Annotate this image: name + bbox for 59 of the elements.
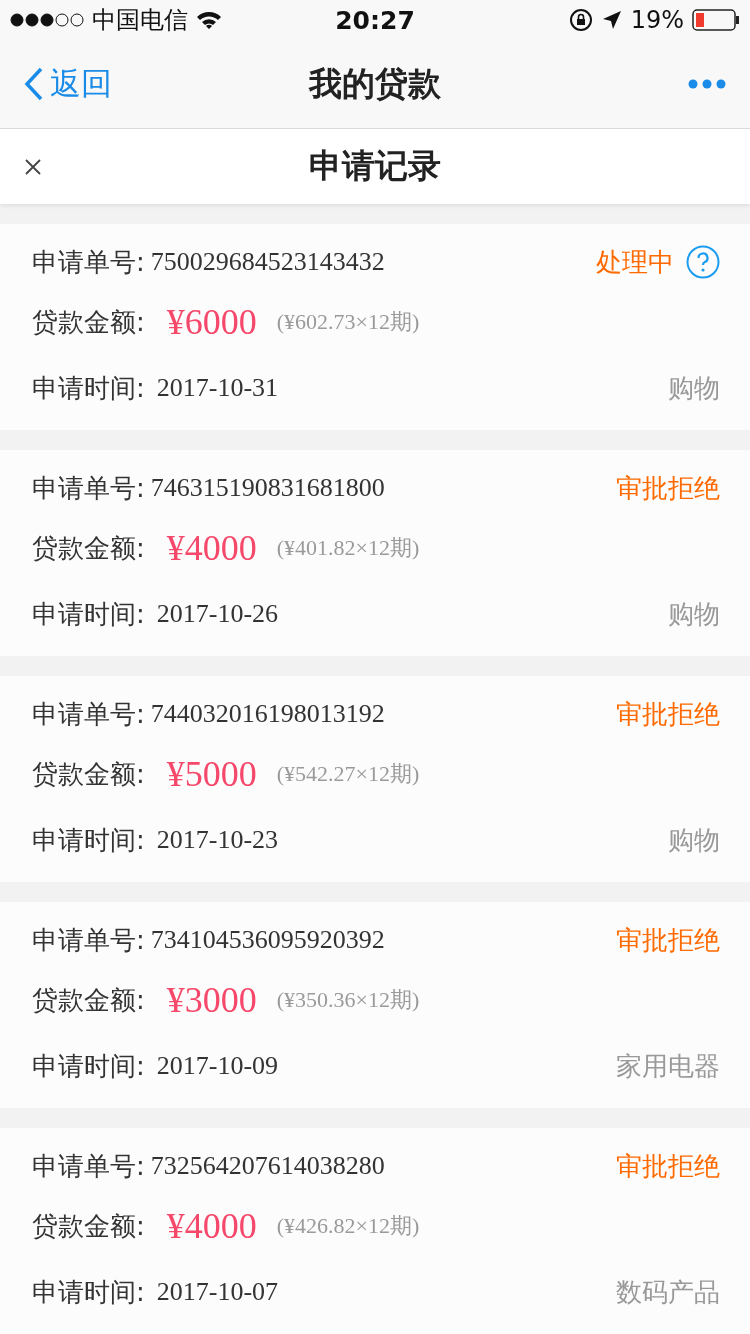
amount-label: 贷款金额: — [32, 531, 145, 565]
amount-label: 贷款金额: — [32, 305, 145, 339]
battery-percentage: 19% — [630, 6, 684, 34]
application-date: 2017-10-31 — [156, 373, 279, 403]
signal-icon — [10, 13, 84, 27]
wifi-icon — [196, 10, 222, 30]
status-text: 审批拒绝 — [616, 1149, 720, 1183]
page-title: 我的贷款 — [309, 62, 441, 105]
application-date: 2017-10-09 — [156, 1051, 279, 1081]
status-text: 审批拒绝 — [616, 697, 720, 731]
status-text: 审批拒绝 — [616, 471, 720, 505]
chevron-left-icon — [24, 67, 44, 101]
loan-amount: ¥3000 — [166, 979, 257, 1021]
carrier-name: 中国电信 — [92, 5, 188, 36]
category-text: 购物 — [668, 371, 720, 405]
loan-amount: ¥5000 — [166, 753, 257, 795]
installment-text: (¥602.73×12期) — [276, 308, 420, 336]
id-label: 申请单号: — [32, 245, 145, 279]
status-text: 审批拒绝 — [616, 923, 720, 957]
time-label: 申请时间: — [32, 823, 145, 857]
time-label: 申请时间: — [32, 1049, 145, 1083]
clock-time: 20:27 — [335, 5, 415, 35]
loan-amount: ¥4000 — [166, 1205, 257, 1247]
category-text: 购物 — [668, 823, 720, 857]
more-icon[interactable] — [688, 79, 726, 89]
amount-label: 贷款金额: — [32, 757, 145, 791]
time-label: 申请时间: — [32, 1275, 145, 1309]
category-text: 家用电器 — [616, 1049, 720, 1083]
id-label: 申请单号: — [32, 923, 145, 957]
installment-text: (¥426.82×12期) — [276, 1212, 420, 1240]
category-text: 购物 — [668, 597, 720, 631]
id-label: 申请单号: — [32, 697, 145, 731]
application-date: 2017-10-07 — [156, 1277, 279, 1307]
time-label: 申请时间: — [32, 371, 145, 405]
sheet-title: 申请记录 — [309, 145, 441, 187]
id-label: 申请单号: — [32, 471, 145, 505]
rotation-lock-icon — [568, 8, 593, 32]
battery-icon — [692, 9, 740, 31]
time-label: 申请时间: — [32, 597, 145, 631]
application-number: 750029684523143432 — [150, 247, 385, 277]
installment-text: (¥542.27×12期) — [276, 760, 420, 788]
loan-amount: ¥6000 — [166, 301, 257, 343]
status-text: 处理中 — [596, 245, 674, 279]
help-icon[interactable] — [686, 245, 720, 279]
back-button[interactable]: 返回 — [24, 63, 309, 105]
category-text: 数码产品 — [616, 1275, 720, 1309]
loan-amount: ¥4000 — [166, 527, 257, 569]
application-date: 2017-10-26 — [156, 599, 279, 629]
application-number: 734104536095920392 — [150, 925, 385, 955]
amount-label: 贷款金额: — [32, 983, 145, 1017]
close-icon — [24, 157, 42, 176]
application-number: 744032016198013192 — [150, 699, 385, 729]
id-label: 申请单号: — [32, 1149, 145, 1183]
application-number: 746315190831681800 — [150, 473, 385, 503]
application-date: 2017-10-23 — [156, 825, 279, 855]
amount-label: 贷款金额: — [32, 1209, 145, 1243]
installment-text: (¥350.36×12期) — [276, 986, 420, 1014]
installment-text: (¥401.82×12期) — [276, 534, 420, 562]
application-number: 732564207614038280 — [150, 1151, 385, 1181]
